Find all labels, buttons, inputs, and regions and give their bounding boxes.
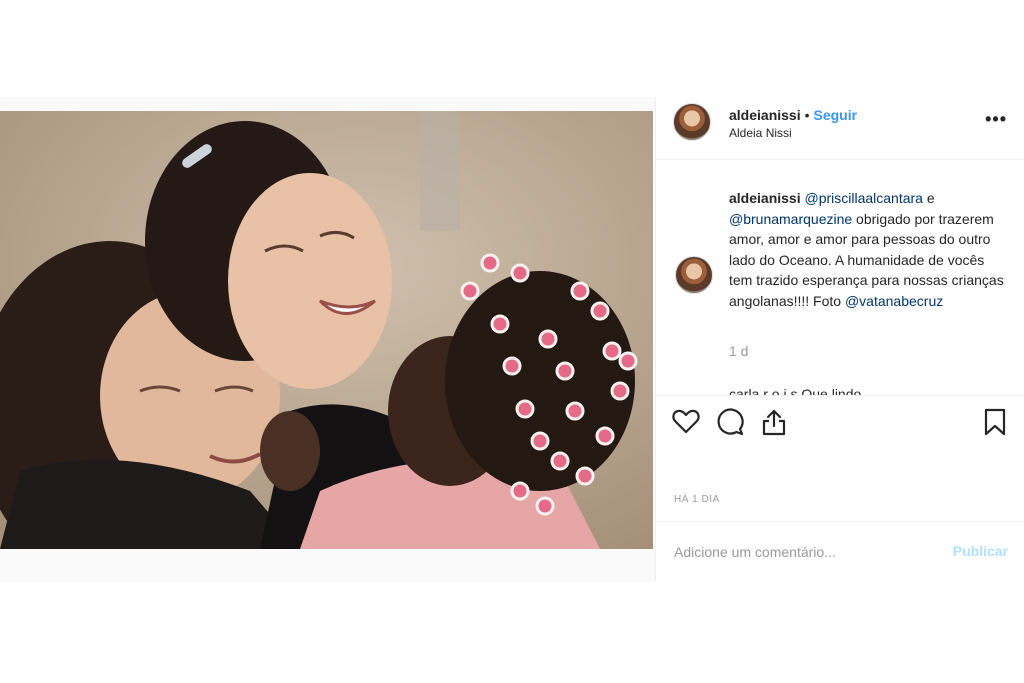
header-text: aldeianissi • Seguir [729, 107, 857, 123]
username-link[interactable]: aldeianissi [729, 107, 801, 123]
caption-text-1: e [922, 190, 935, 206]
post-sidebar: aldeianissi • Seguir Aldeia Nissi ••• alde… [655, 97, 1024, 582]
profile-avatar[interactable] [673, 103, 711, 141]
caption-mention-priscilla[interactable]: @priscillaalcantara [804, 190, 922, 206]
share-icon[interactable] [760, 408, 788, 441]
post-header: aldeianissi • Seguir Aldeia Nissi ••• [656, 97, 1024, 160]
bookmark-icon[interactable] [983, 408, 1007, 441]
post-caption: aldeianissi @priscillaalcantara e @bruna… [729, 188, 1011, 311]
post-photo[interactable] [0, 111, 653, 549]
post-date[interactable]: HÁ 1 DIA [674, 494, 720, 505]
follow-button[interactable]: Seguir [814, 107, 858, 123]
comment-icon[interactable] [716, 408, 744, 441]
separator-dot: • [804, 107, 810, 123]
caption-avatar[interactable] [675, 256, 713, 294]
caption-mention-bruna[interactable]: @brunamarquezine [729, 211, 852, 227]
more-options-icon[interactable]: ••• [985, 109, 1007, 130]
next-comment: carla r o i s Que lindo [729, 386, 862, 395]
comment-form: Publicar [656, 521, 1024, 583]
caption-time: 1 d [729, 343, 749, 359]
publish-button[interactable]: Publicar [953, 543, 1008, 559]
hair-beads [460, 253, 638, 516]
caption-username[interactable]: aldeianissi [729, 190, 801, 206]
action-bar [656, 395, 1024, 448]
location-link[interactable]: Aldeia Nissi [729, 126, 792, 140]
caption-mention-vatanabe[interactable]: @vatanabecruz [845, 293, 943, 309]
instagram-post: aldeianissi • Seguir Aldeia Nissi ••• alde… [0, 97, 1024, 582]
comment-input[interactable] [672, 540, 936, 564]
comments-area[interactable]: aldeianissi @priscillaalcantara e @bruna… [656, 160, 1024, 395]
heart-icon[interactable] [672, 408, 700, 439]
